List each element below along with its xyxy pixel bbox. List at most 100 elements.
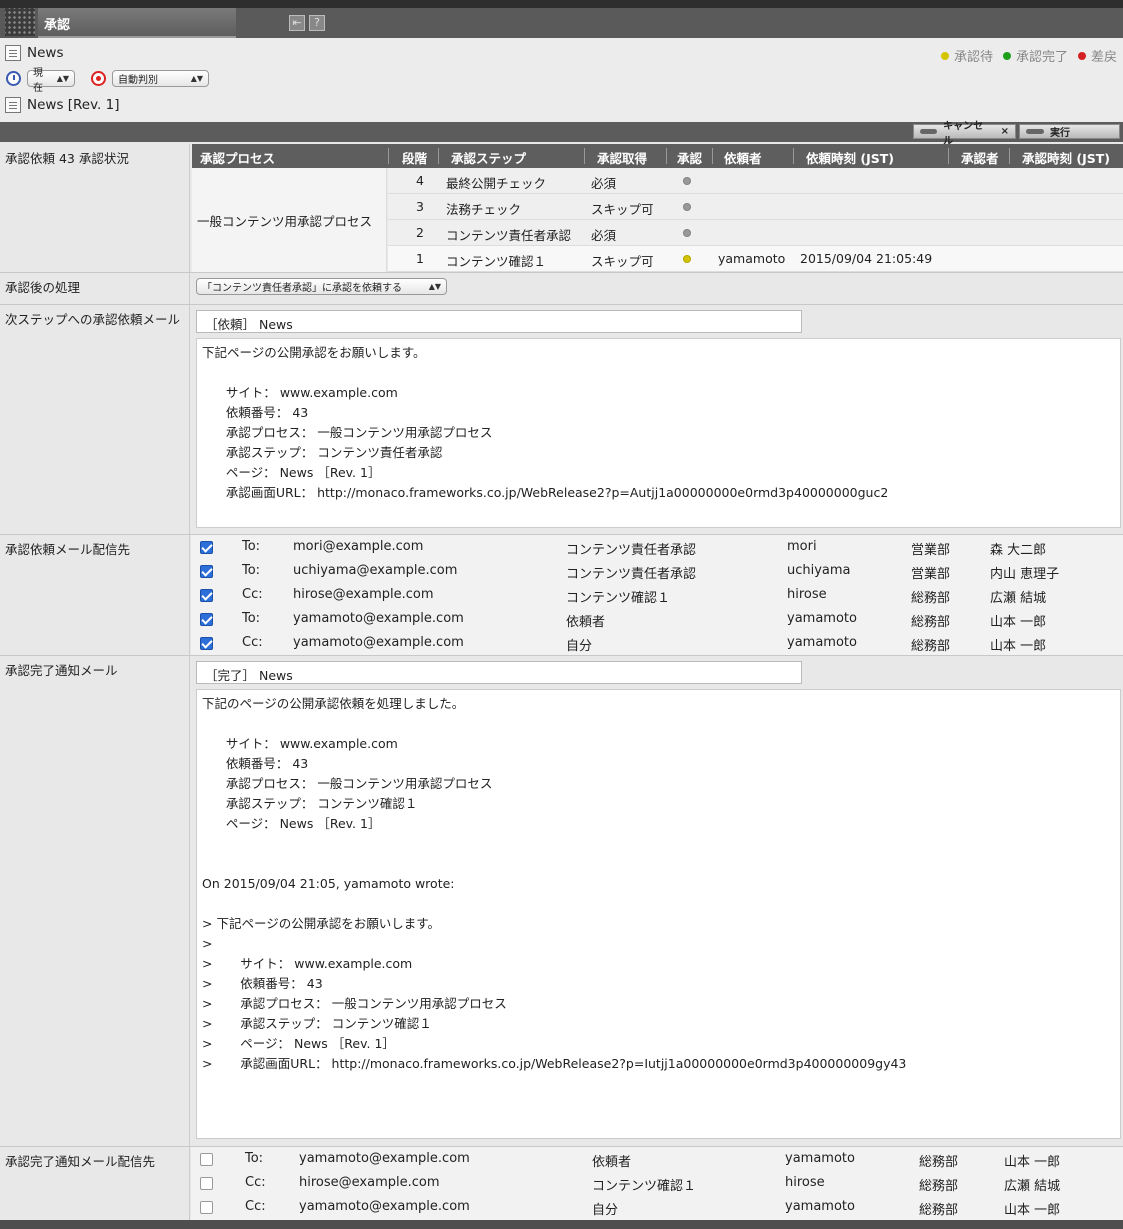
recipient-checkbox[interactable] (200, 1153, 213, 1166)
next-mail-body-textarea[interactable]: 下記ページの公開承認をお願いします。 サイト： www.example.com … (196, 338, 1121, 528)
done-recipients-label: 承認完了通知メール配信先 (0, 1147, 190, 1220)
recipient-role: コンテンツ責任者承認 (566, 543, 697, 558)
legend-pending: 承認待 (953, 50, 993, 65)
page-revision-icon (5, 97, 21, 113)
recipient-name: 山本 一郎 (990, 639, 1047, 654)
next-mail-subject-input[interactable]: ［依頼］ News (196, 310, 802, 333)
acquire: 必須 (591, 228, 617, 243)
recipient-row: To: mori@example.com コンテンツ責任者承認 mori 営業部 森 大二… (192, 535, 1123, 559)
complete-dot-icon (1002, 51, 1011, 60)
recipient-user: yamamoto (787, 635, 857, 650)
legend-rejected: 差戻 (1090, 50, 1117, 65)
recipient-type: Cc: (245, 1175, 266, 1190)
pending-dot-icon (940, 51, 949, 60)
recipient-email: uchiyama@example.com (293, 563, 458, 578)
approval-status-dot-icon (683, 177, 691, 185)
recipient-checkbox[interactable] (200, 1177, 213, 1190)
recipient-user: hirose (787, 587, 827, 602)
after-label: 承認後の処理 (0, 273, 190, 304)
action-bar: キャンセル × 実行 (0, 121, 1123, 147)
col-approve: 承認 (677, 151, 703, 166)
recipient-checkbox[interactable] (200, 1201, 213, 1214)
approval-status-dot-icon (683, 229, 691, 237)
recipient-type: Cc: (242, 635, 263, 650)
done-mail-body-textarea[interactable]: 下記のページの公開承認依頼を処理しました。 サイト： www.example.c… (196, 689, 1121, 1139)
done-mail-subject-input[interactable]: ［完了］ News (196, 661, 802, 684)
next-recipients-label: 承認依頼メール配信先 (0, 535, 190, 655)
judge-select[interactable]: 自動判別 ▲▼ (112, 70, 209, 87)
app-grid-icon[interactable] (5, 8, 35, 36)
status-label: 承認依頼 43 承認状況 (0, 144, 190, 272)
recipient-user: hirose (785, 1175, 825, 1190)
recipient-role: 依頼者 (566, 615, 606, 630)
recipient-type: To: (242, 563, 261, 578)
recipient-user: yamamoto (787, 611, 857, 626)
status-legend: 承認待 承認完了 差戻 (940, 46, 1117, 65)
target-icon (91, 71, 106, 86)
process-name: 一般コンテンツ用承認プロセス (192, 168, 387, 272)
stage: 4 (416, 173, 424, 188)
approval-status-dot-icon (683, 255, 691, 263)
status-row: 1 コンテンツ確認１ スキップ可 yamamoto 2015/09/04 21:05:4… (388, 246, 1123, 272)
page-header: News 現在 ▲▼ 自動判別 ▲▼ News [Rev. 1] 承認待 承認完了 … (0, 38, 1123, 128)
recipient-role: コンテンツ確認１ (566, 591, 671, 606)
clock-icon (6, 71, 21, 86)
recipient-user: yamamoto (785, 1199, 855, 1214)
recipient-email: mori@example.com (293, 539, 424, 554)
recipient-email: yamamoto@example.com (299, 1199, 470, 1214)
close-icon: × (1000, 126, 1009, 137)
back-icon[interactable]: ⇤ (289, 15, 305, 31)
acquire: スキップ可 (591, 254, 654, 269)
recipient-dept: 総務部 (911, 639, 951, 654)
execute-button[interactable]: 実行 (1019, 124, 1120, 139)
col-step: 承認ステップ (451, 151, 527, 166)
recipient-dept: 総務部 (911, 615, 951, 630)
title-bar: 承認 ⇤ ? (0, 0, 1123, 38)
recipient-email: yamamoto@example.com (299, 1151, 470, 1166)
recipient-name: 内山 恵理子 (990, 567, 1060, 582)
recipient-row: To: yamamoto@example.com 依頼者 yamamoto 総務部 山本 … (192, 1147, 1123, 1171)
step: 最終公開チェック (446, 176, 547, 191)
col-approve-time: 承認時刻 (JST) (1022, 151, 1110, 166)
recipient-email: hirose@example.com (299, 1175, 440, 1190)
recipient-dept: 総務部 (919, 1155, 959, 1170)
recipient-checkbox[interactable] (200, 541, 213, 554)
help-icon[interactable]: ? (309, 15, 325, 31)
step: コンテンツ責任者承認 (446, 228, 572, 243)
recipient-dept: 総務部 (911, 591, 951, 606)
col-requester: 依頼者 (724, 151, 762, 166)
footer-bar (0, 1220, 1123, 1229)
recipient-row: Cc: yamamoto@example.com 自分 yamamoto 総務部 山本 一… (192, 631, 1123, 655)
recipient-checkbox[interactable] (200, 565, 213, 578)
recipient-checkbox[interactable] (200, 613, 213, 626)
recipient-dept: 総務部 (919, 1203, 959, 1218)
col-process: 承認プロセス (200, 151, 276, 166)
recipient-email: hirose@example.com (293, 587, 434, 602)
recipient-name: 山本 一郎 (990, 615, 1047, 630)
recipient-checkbox[interactable] (200, 589, 213, 602)
time-select[interactable]: 現在 ▲▼ (27, 68, 75, 94)
done-mail-label: 承認完了通知メール (0, 656, 190, 1146)
recipient-row: Cc: hirose@example.com コンテンツ確認１ hirose 総務部 広瀬… (192, 583, 1123, 607)
recipient-row: Cc: yamamoto@example.com 自分 yamamoto 総務部 山本 一… (192, 1195, 1123, 1219)
recipient-role: コンテンツ確認１ (592, 1179, 697, 1194)
recipient-role: コンテンツ責任者承認 (566, 567, 697, 582)
page-revision: News [Rev. 1] (27, 97, 120, 113)
acquire: スキップ可 (591, 202, 654, 217)
stage: 2 (416, 225, 424, 240)
recipient-name: 山本 一郎 (1004, 1203, 1061, 1218)
recipient-name: 広瀬 結城 (990, 591, 1047, 606)
after-process-select[interactable]: 「コンテンツ責任者承認」に承認を依頼する ▲▼ (196, 278, 447, 295)
status-row: 2 コンテンツ責任者承認 必須 (388, 220, 1123, 246)
recipient-email: yamamoto@example.com (293, 635, 464, 650)
step: コンテンツ確認１ (446, 254, 547, 269)
recipient-checkbox[interactable] (200, 637, 213, 650)
stage: 3 (416, 199, 424, 214)
col-acquire: 承認取得 (597, 151, 648, 166)
cancel-button[interactable]: キャンセル × (913, 121, 1016, 147)
recipient-email: yamamoto@example.com (293, 611, 464, 626)
acquire: 必須 (591, 176, 617, 191)
legend-complete: 承認完了 (1015, 50, 1068, 65)
page-icon (5, 45, 21, 61)
stage: 1 (416, 251, 424, 266)
